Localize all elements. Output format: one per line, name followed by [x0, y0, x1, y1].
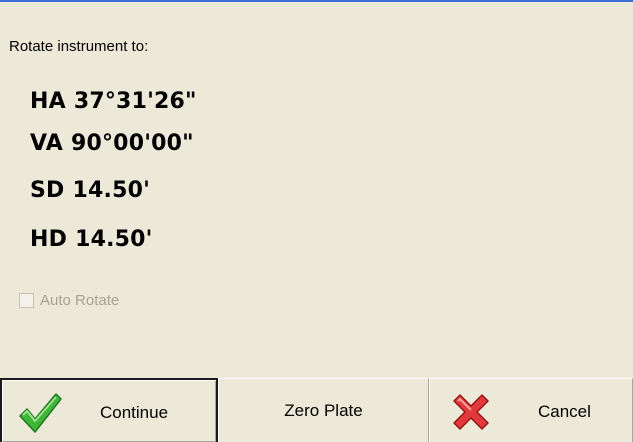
continue-button[interactable]: Continue — [0, 378, 218, 442]
ha-readout: HA 37°31'26" — [30, 89, 197, 114]
sd-label: SD — [30, 178, 65, 203]
hd-label: HD — [30, 227, 68, 252]
auto-rotate-label: Auto Rotate — [40, 292, 120, 309]
instruction-text: Rotate instrument to: — [9, 38, 149, 55]
sd-readout: SD 14.50' — [30, 178, 150, 203]
va-label: VA — [30, 131, 63, 156]
zero-plate-button[interactable]: Zero Plate — [218, 378, 429, 442]
cancel-button[interactable]: Cancel — [429, 378, 633, 442]
rotate-instrument-dialog: Rotate instrument to: HA 37°31'26" VA 90°0… — [0, 0, 633, 442]
hd-readout: HD 14.50' — [30, 227, 153, 252]
ha-value: 37°31'26" — [73, 89, 197, 114]
close-icon — [453, 394, 489, 430]
zero-plate-button-label: Zero Plate — [284, 401, 363, 420]
ha-label: HA — [30, 89, 66, 114]
continue-button-label: Continue — [100, 403, 169, 422]
button-bar: Continue Zero Plate Cancel — [0, 378, 633, 442]
auto-rotate-row: Auto Rotate — [19, 292, 119, 309]
hd-value: 14.50' — [75, 227, 153, 252]
auto-rotate-checkbox[interactable] — [19, 293, 34, 308]
va-readout: VA 90°00'00" — [30, 131, 194, 156]
va-value: 90°00'00" — [70, 131, 194, 156]
sd-value: 14.50' — [72, 178, 151, 203]
checkmark-icon — [19, 393, 62, 433]
cancel-button-label: Cancel — [538, 402, 591, 421]
